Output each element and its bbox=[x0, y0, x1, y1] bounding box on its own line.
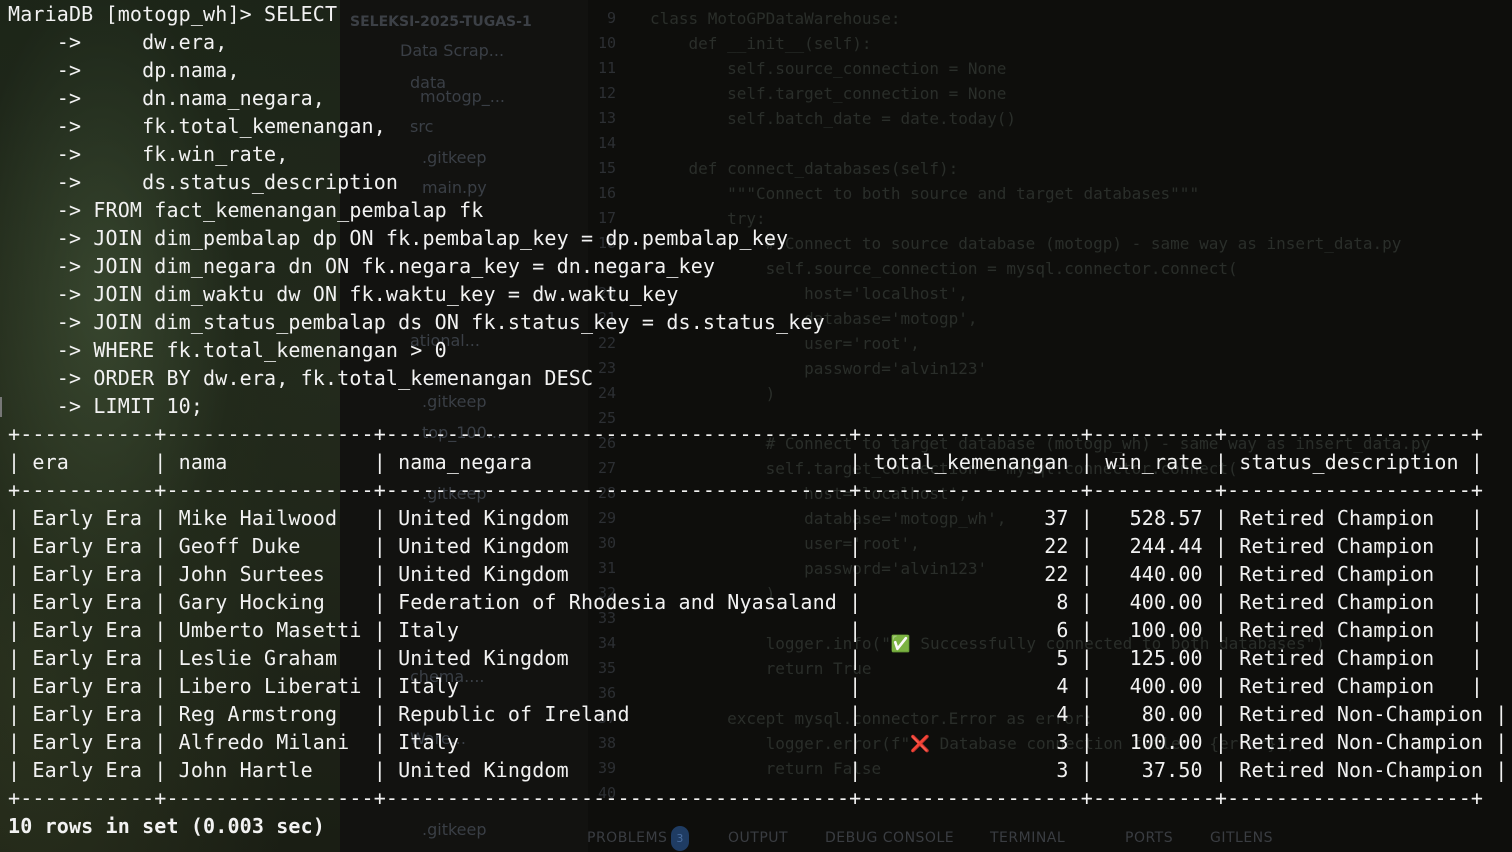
query-result-summary: 10 rows in set (0.003 sec) bbox=[8, 814, 325, 838]
query-line: -> JOIN dim_negara dn ON fk.negara_key =… bbox=[8, 254, 716, 278]
table-row: | Early Era | Geoff Duke | United Kingdo… bbox=[8, 534, 1484, 558]
table-row: | Early Era | Leslie Graham | United Kin… bbox=[8, 646, 1484, 670]
table-row: | Early Era | Libero Liberati | Italy | … bbox=[8, 674, 1484, 698]
terminal-output[interactable]: MariaDB [motogp_wh]> SELECT -> dw.era, -… bbox=[0, 0, 1512, 852]
table-row: | Early Era | Umberto Masetti | Italy | … bbox=[8, 618, 1484, 642]
query-line: -> dw.era, bbox=[8, 30, 228, 54]
table-row: | Early Era | John Hartle | United Kingd… bbox=[8, 758, 1508, 782]
query-line: -> dp.nama, bbox=[8, 58, 240, 82]
table-row: | Early Era | Mike Hailwood | United Kin… bbox=[8, 506, 1484, 530]
query-line: -> FROM fact_kemenangan_pembalap fk bbox=[8, 198, 484, 222]
table-header-row: | era | nama | nama_negara | total_kemen… bbox=[8, 450, 1484, 474]
table-row: | Early Era | Gary Hocking | Federation … bbox=[8, 590, 1484, 614]
query-line: -> JOIN dim_status_pembalap ds ON fk.sta… bbox=[8, 310, 825, 334]
query-line: -> fk.total_kemenangan, bbox=[8, 114, 386, 138]
query-line: -> fk.win_rate, bbox=[8, 142, 289, 166]
query-line: -> dn.nama_negara, bbox=[8, 86, 325, 110]
query-line: -> LIMIT 10; bbox=[8, 394, 204, 418]
query-line: -> ORDER BY dw.era, fk.total_kemenangan … bbox=[8, 366, 594, 390]
query-line: -> JOIN dim_pembalap dp ON fk.pembalap_k… bbox=[8, 226, 789, 250]
terminal-scroll-marker bbox=[0, 397, 6, 417]
table-border: +-----------+-----------------+---------… bbox=[8, 786, 1484, 810]
table-border: +-----------+-----------------+---------… bbox=[8, 478, 1484, 502]
table-row: | Early Era | John Surtees | United King… bbox=[8, 562, 1484, 586]
table-row: | Early Era | Alfredo Milani | Italy | 3… bbox=[8, 730, 1508, 754]
table-row: | Early Era | Reg Armstrong | Republic o… bbox=[8, 702, 1508, 726]
query-line: -> ds.status_description bbox=[8, 170, 399, 194]
mariadb-prompt-line: MariaDB [motogp_wh]> SELECT bbox=[8, 2, 338, 26]
table-border: +-----------+-----------------+---------… bbox=[8, 422, 1484, 446]
query-line: -> JOIN dim_waktu dw ON fk.waktu_key = d… bbox=[8, 282, 679, 306]
query-line: -> WHERE fk.total_kemenangan > 0 bbox=[8, 338, 447, 362]
